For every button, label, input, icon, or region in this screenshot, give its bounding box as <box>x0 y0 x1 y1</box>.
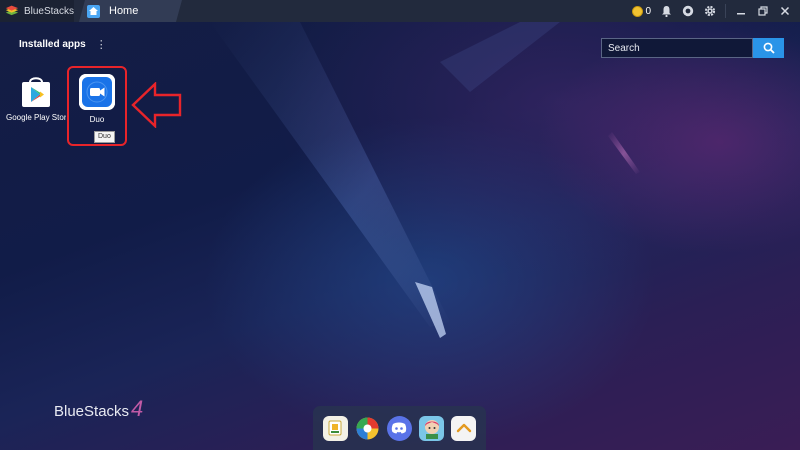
coin-balance[interactable]: 0 <box>632 0 655 22</box>
watermark-word: BlueStacks <box>54 403 130 420</box>
search-button[interactable] <box>753 38 784 58</box>
app-label: Google Play Store <box>6 113 66 122</box>
search-bar <box>601 38 784 58</box>
bell-icon <box>661 6 671 17</box>
app-center-icon[interactable] <box>322 415 348 441</box>
title-bar-controls: 0 <box>632 0 796 22</box>
coin-count: 0 <box>645 5 651 17</box>
search-icon <box>763 42 775 54</box>
app-google-play-store[interactable]: Google Play Store <box>6 74 66 122</box>
settings-button[interactable] <box>699 0 721 22</box>
dock <box>313 406 486 450</box>
title-bar: BlueStacks Home 0 <box>0 0 800 22</box>
watermark-number: 4 <box>131 396 144 421</box>
installed-apps-title: Installed apps <box>19 39 86 50</box>
minimize-icon <box>737 13 745 15</box>
app-tooltip: Duo <box>94 131 115 143</box>
bluestacks-4-watermark: BlueStacks 4 <box>54 396 143 422</box>
game-pop-icon[interactable] <box>355 416 380 441</box>
restore-button[interactable] <box>752 0 774 22</box>
restore-icon <box>758 6 768 16</box>
app-name: BlueStacks <box>23 5 74 17</box>
search-input[interactable] <box>601 38 753 58</box>
close-icon <box>780 6 790 16</box>
home-icon <box>87 5 100 18</box>
record-icon <box>682 5 694 17</box>
coin-icon <box>632 5 644 17</box>
tab-home-label: Home <box>109 5 139 17</box>
title-bar-divider <box>725 4 726 18</box>
notifications-button[interactable] <box>655 0 677 22</box>
google-play-icon <box>18 74 54 110</box>
discord-icon[interactable] <box>386 415 412 441</box>
bluestacks-logo-icon <box>5 5 19 16</box>
minimize-button[interactable] <box>730 0 752 22</box>
home-screen: Installed apps ⋮ Google Play Store <box>0 22 800 450</box>
chevron-up-icon[interactable] <box>451 415 477 441</box>
record-button[interactable] <box>677 0 699 22</box>
duo-video-icon <box>79 74 115 110</box>
installed-apps-menu-button[interactable]: ⋮ <box>96 39 107 50</box>
game-character-icon[interactable] <box>419 415 445 441</box>
installed-apps-header: Installed apps ⋮ <box>19 39 107 50</box>
close-button[interactable] <box>774 0 796 22</box>
app-brand: BlueStacks <box>0 0 74 22</box>
app-label: Duo <box>89 115 105 124</box>
annotation-arrow-left-icon <box>131 82 182 128</box>
tab-home[interactable]: Home <box>79 0 182 22</box>
gear-icon <box>704 5 716 17</box>
